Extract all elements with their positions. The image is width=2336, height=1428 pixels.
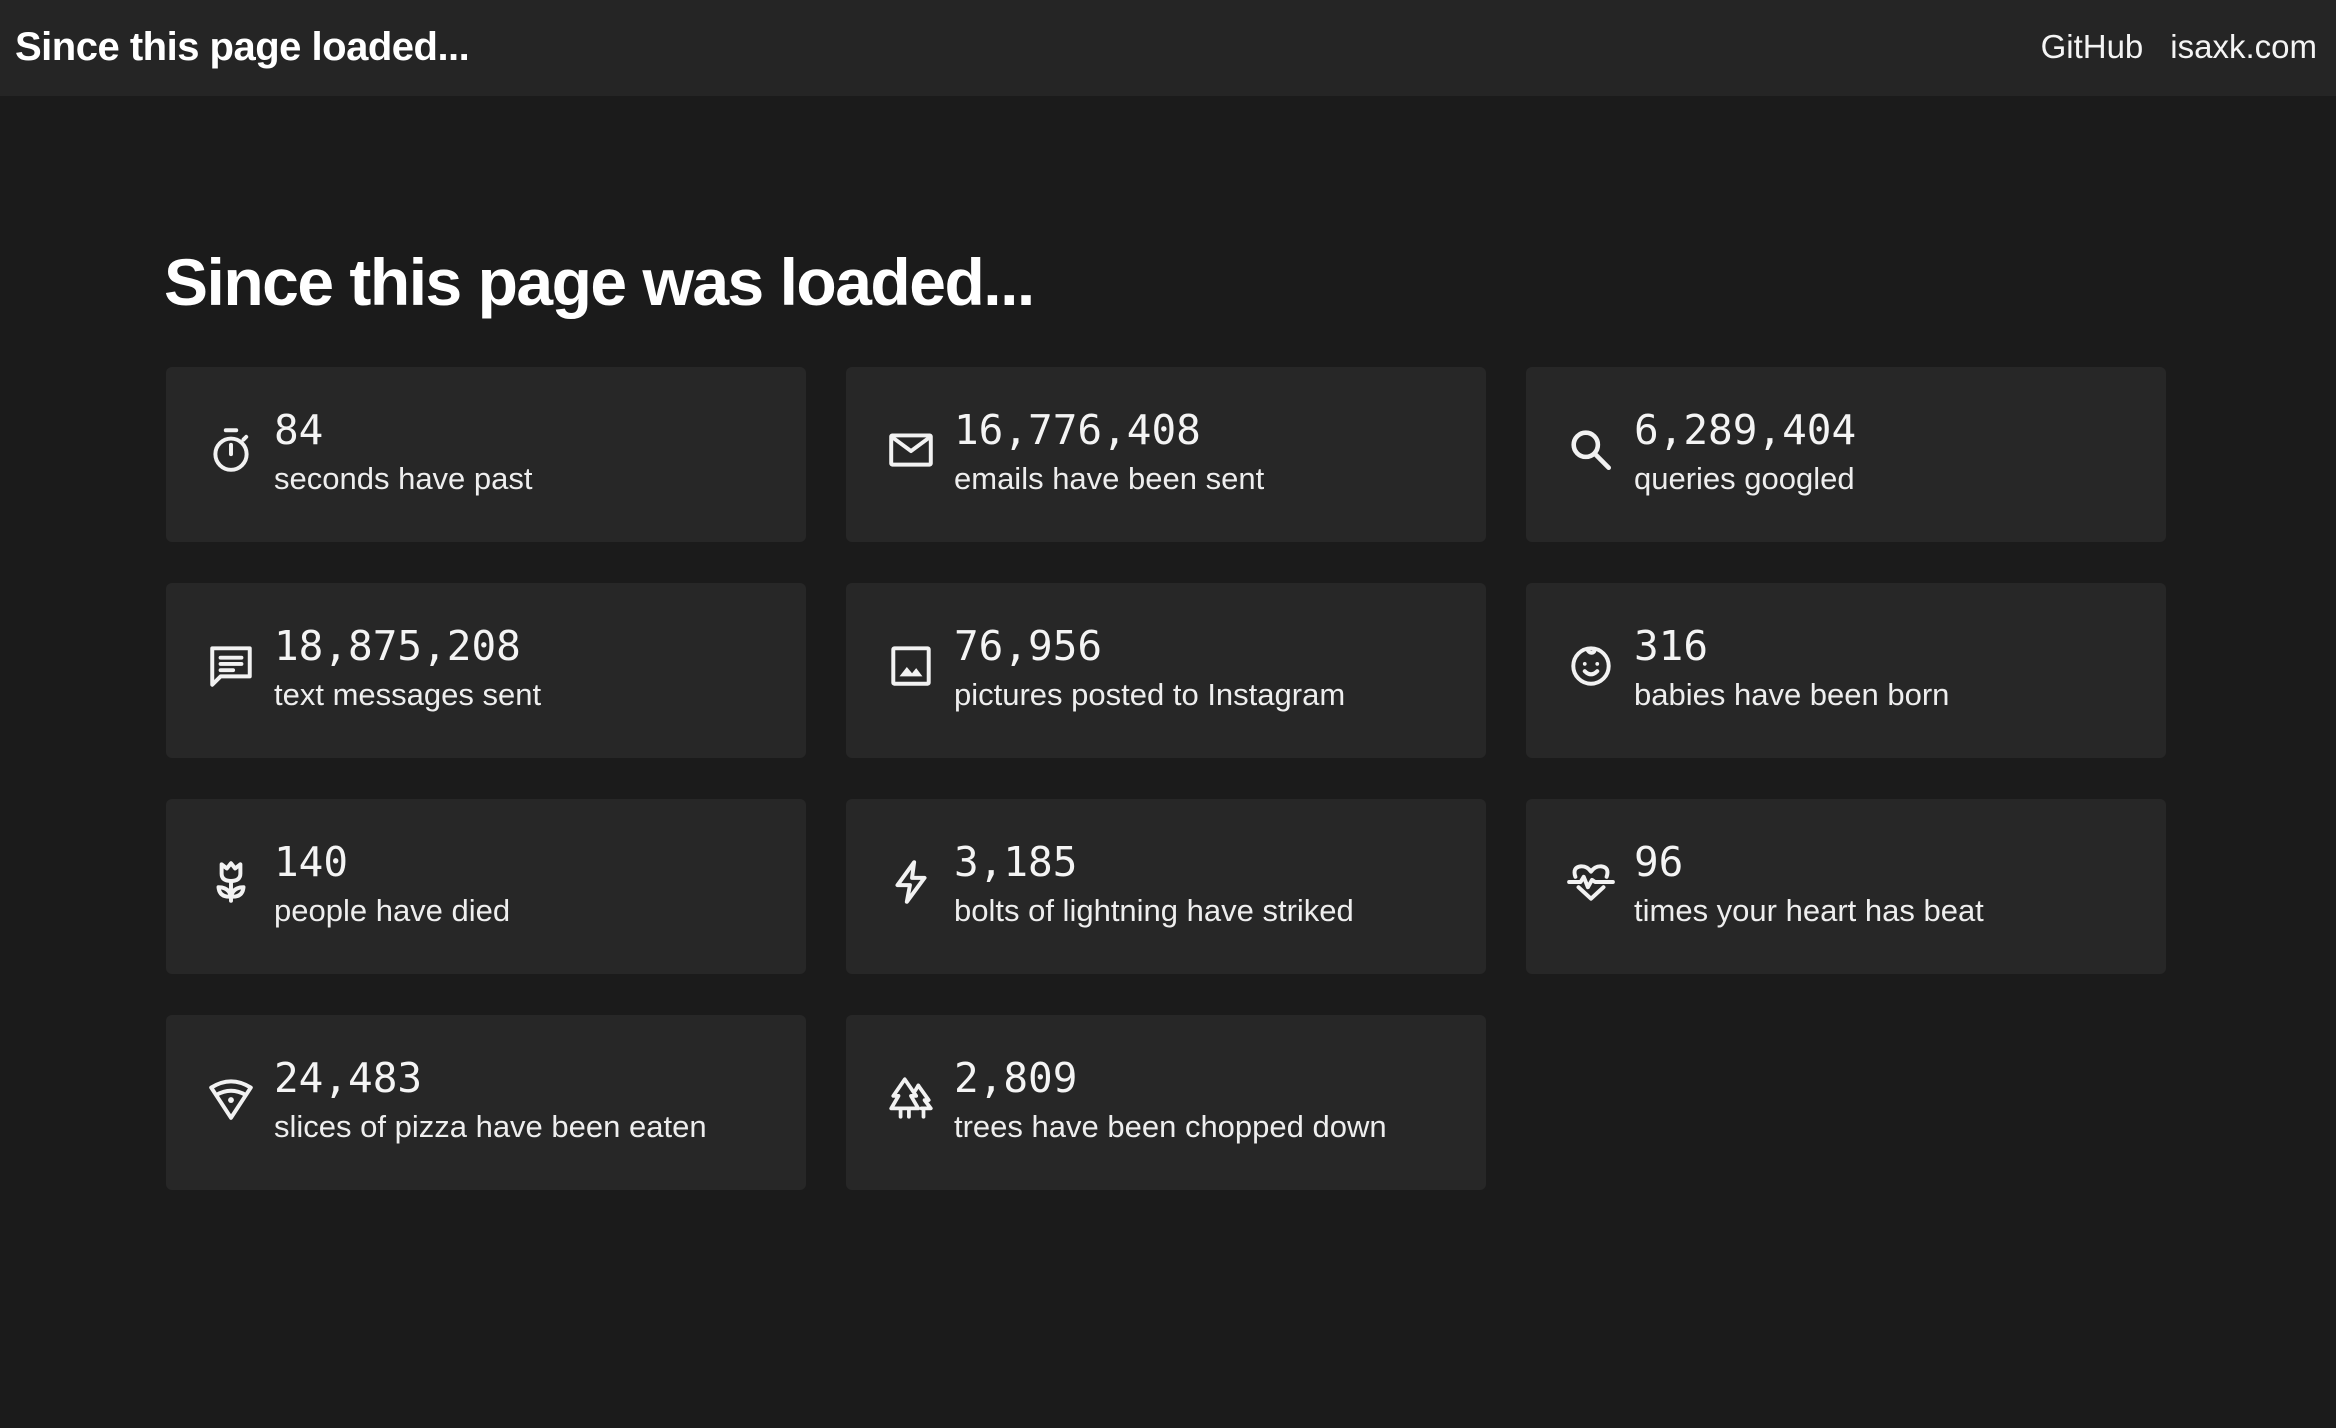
top-navbar: Since this page loaded... GitHub isaxk.c…	[0, 0, 2336, 96]
stat-label: trees have been chopped down	[954, 1109, 1387, 1144]
stat-label: pictures posted to Instagram	[954, 677, 1346, 712]
stat-value: 76,956	[954, 622, 1103, 670]
pizza-icon	[206, 1073, 256, 1123]
lightning-icon	[886, 857, 936, 907]
stat-label: bolts of lightning have striked	[954, 893, 1354, 928]
image-icon	[886, 641, 936, 691]
stat-card-seconds: 84 seconds have past	[166, 367, 806, 542]
stat-card-emails: 16,776,408 emails have been sent	[846, 367, 1486, 542]
stat-value: 24,483	[274, 1054, 423, 1102]
stat-value: 2,809	[954, 1054, 1078, 1102]
stat-value: 140	[274, 838, 349, 886]
stat-value: 96	[1634, 838, 1684, 886]
stat-label: babies have been born	[1634, 677, 1950, 712]
stat-card-babies: 316 babies have been born	[1526, 583, 2166, 758]
heartbeat-icon	[1566, 857, 1616, 907]
mail-icon	[886, 425, 936, 475]
stat-label: slices of pizza have been eaten	[274, 1109, 707, 1144]
nav-link-website[interactable]: isaxk.com	[2170, 22, 2317, 72]
page-title: Since this page was loaded...	[164, 245, 1035, 319]
stat-card-trees: 2,809 trees have been chopped down	[846, 1015, 1486, 1190]
stat-label: text messages sent	[274, 677, 542, 712]
stat-card-queries: 6,289,404 queries googled	[1526, 367, 2166, 542]
stat-value: 3,185	[954, 838, 1078, 886]
stat-value: 316	[1634, 622, 1709, 670]
stat-card-pictures: 76,956 pictures posted to Instagram	[846, 583, 1486, 758]
nav-links: GitHub isaxk.com	[2041, 22, 2317, 72]
stat-value: 16,776,408	[954, 406, 1201, 454]
trees-icon	[886, 1073, 936, 1123]
stat-card-deaths: 140 people have died	[166, 799, 806, 974]
stat-card-pizza: 24,483 slices of pizza have been eaten	[166, 1015, 806, 1190]
site-brand[interactable]: Since this page loaded...	[15, 22, 470, 72]
stat-label: emails have been sent	[954, 461, 1265, 496]
flower-icon	[206, 857, 256, 907]
baby-icon	[1566, 641, 1616, 691]
stat-value: 18,875,208	[274, 622, 521, 670]
search-icon	[1566, 425, 1616, 475]
stat-card-heartbeats: 96 times your heart has beat	[1526, 799, 2166, 974]
nav-link-github[interactable]: GitHub	[2041, 22, 2144, 72]
stat-label: people have died	[274, 893, 511, 928]
stat-label: times your heart has beat	[1634, 893, 1984, 928]
message-icon	[206, 641, 256, 691]
stat-label: queries googled	[1634, 461, 1855, 496]
stat-card-texts: 18,875,208 text messages sent	[166, 583, 806, 758]
stat-label: seconds have past	[274, 461, 533, 496]
timer-icon	[206, 425, 256, 475]
stat-value: 84	[274, 406, 324, 454]
stats-grid: 84 seconds have past 16,776,408 emails h…	[166, 367, 2166, 1190]
stat-card-lightning: 3,185 bolts of lightning have striked	[846, 799, 1486, 974]
stat-value: 6,289,404	[1634, 406, 1857, 454]
